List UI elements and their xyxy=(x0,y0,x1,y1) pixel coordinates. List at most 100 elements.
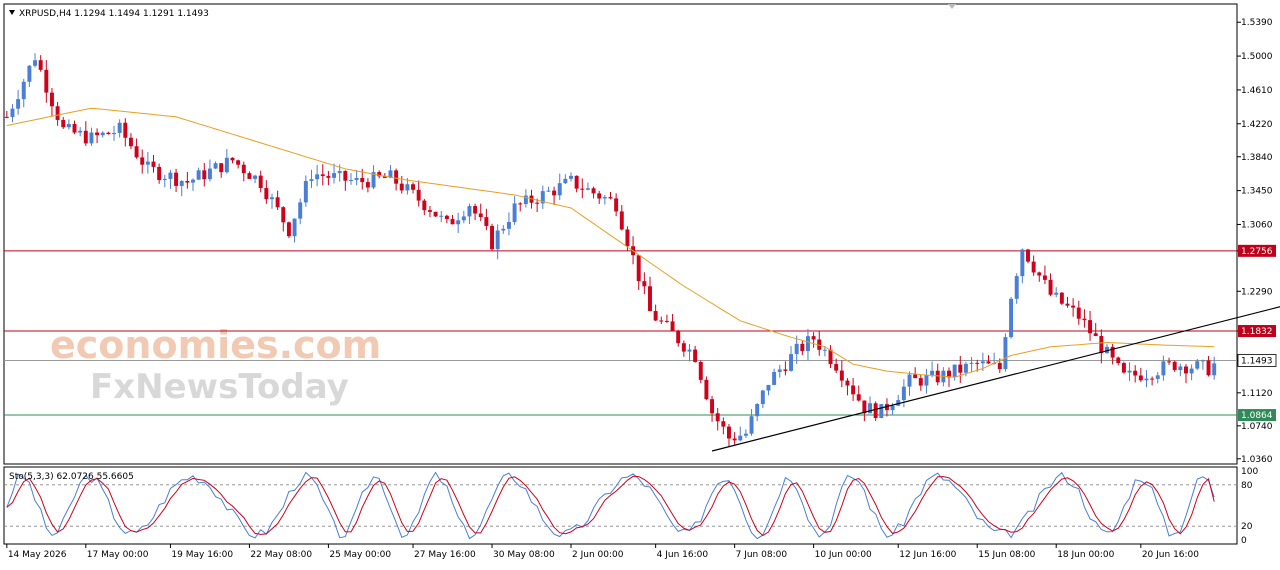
candle-body xyxy=(326,176,331,178)
candle-body xyxy=(49,92,54,107)
y-tick-label: 1.4220 xyxy=(1241,120,1273,130)
candle-body xyxy=(128,137,133,147)
candle-body xyxy=(1099,336,1104,354)
candle-body xyxy=(676,330,681,344)
osc-y-tick-label: 20 xyxy=(1241,522,1253,532)
candle-body xyxy=(439,215,444,217)
candle-body xyxy=(1048,279,1053,295)
candle-body xyxy=(557,183,562,196)
candle-body xyxy=(1059,292,1064,304)
candle-body xyxy=(501,228,506,231)
candle-body xyxy=(1138,375,1143,381)
candle-body xyxy=(399,183,404,191)
chart-window: economies.com FxNewsToday 1.0360 1.0740 1.11… xyxy=(0,0,1280,567)
x-tick-label: 19 May 16:00 xyxy=(171,550,233,560)
candle-body xyxy=(1172,361,1177,371)
candle-body xyxy=(851,385,856,395)
candle-body xyxy=(834,364,839,371)
candle-body xyxy=(213,163,218,169)
candle-body xyxy=(275,197,280,208)
x-tick-label: 15 Jun 08:00 xyxy=(978,550,1035,560)
candle-body xyxy=(1003,337,1008,370)
candle-body xyxy=(21,81,26,100)
candle-body xyxy=(552,190,557,196)
candle-body xyxy=(444,215,449,220)
candle-body xyxy=(811,336,816,340)
candle-body xyxy=(1144,378,1149,381)
candle-body xyxy=(512,203,517,222)
y-tick-label: 1.3060 xyxy=(1241,220,1273,230)
candle-body xyxy=(315,174,320,180)
symbol-header: XRPUSD,H4 1.1294 1.1494 1.1291 1.1493 xyxy=(19,9,209,19)
candle-body xyxy=(484,217,489,226)
x-tick-label: 20 Jun 16:00 xyxy=(1142,550,1199,560)
candle-body xyxy=(693,349,698,362)
candle-body xyxy=(433,211,438,217)
candle-body xyxy=(890,405,895,411)
candle-body xyxy=(1167,361,1172,363)
osc-y-tick-label: 80 xyxy=(1241,481,1253,491)
candle-body xyxy=(727,426,731,439)
watermark-fxnewstoday: FxNewsToday xyxy=(90,367,349,407)
level-tag-label: 1.1832 xyxy=(1241,327,1273,337)
candle-body xyxy=(783,369,788,371)
candle-body xyxy=(298,202,303,219)
candle-body xyxy=(1071,305,1076,308)
candle-body xyxy=(95,132,100,136)
candle-body xyxy=(61,119,66,128)
candle-body xyxy=(490,225,494,250)
candle-body xyxy=(828,349,833,365)
candle-body xyxy=(253,175,258,179)
candle-body xyxy=(1189,368,1194,374)
level-tag-label: 1.2756 xyxy=(1241,247,1273,257)
candle-body xyxy=(580,188,585,190)
candle-body xyxy=(1133,370,1138,376)
y-tick-label: 1.3840 xyxy=(1241,153,1273,163)
candle-body xyxy=(174,172,179,186)
candle-body xyxy=(112,132,116,135)
x-tick-label: 2 Jun 00:00 xyxy=(572,550,624,560)
candle-body xyxy=(721,421,726,427)
candle-body xyxy=(591,188,596,194)
candle-body xyxy=(224,157,229,173)
y-tick-label: 1.5000 xyxy=(1241,52,1273,62)
candle-body xyxy=(636,255,641,282)
candle-body xyxy=(930,370,935,375)
candle-body xyxy=(1200,360,1205,362)
candle-body xyxy=(664,320,669,322)
candle-body xyxy=(78,130,83,133)
candle-body xyxy=(506,221,511,229)
candle-body xyxy=(687,349,692,352)
x-tick-label: 17 May 00:00 xyxy=(87,550,149,560)
candle-body xyxy=(913,374,918,379)
candle-body xyxy=(1155,375,1160,379)
candle-body xyxy=(585,188,590,190)
candle-body xyxy=(360,178,365,183)
x-tick-label: 27 May 16:00 xyxy=(414,550,476,560)
y-tick-label: 1.0740 xyxy=(1241,422,1273,432)
candle-body xyxy=(140,157,145,165)
candle-body xyxy=(681,343,686,352)
candle-body xyxy=(907,374,912,387)
candle-body xyxy=(191,179,195,183)
x-tick-label: 25 May 00:00 xyxy=(329,550,391,560)
x-tick-label: 14 May 2026 xyxy=(8,550,67,560)
candle-body xyxy=(332,173,337,178)
candle-body xyxy=(354,178,359,180)
candle-body xyxy=(653,311,658,321)
candle-body xyxy=(1082,318,1087,321)
candle-body xyxy=(648,286,652,312)
candle-body xyxy=(597,193,602,199)
candle-body xyxy=(952,364,957,378)
candle-body xyxy=(247,173,252,179)
candle-body xyxy=(975,362,980,364)
candle-body xyxy=(574,175,579,189)
candle-body xyxy=(123,122,128,138)
candle-body xyxy=(918,378,923,386)
candle-body xyxy=(619,211,624,230)
candle-body xyxy=(207,168,212,180)
candle-body xyxy=(89,132,94,144)
candle-body xyxy=(1150,378,1155,380)
candle-body xyxy=(969,362,974,364)
candle-body xyxy=(980,361,985,364)
